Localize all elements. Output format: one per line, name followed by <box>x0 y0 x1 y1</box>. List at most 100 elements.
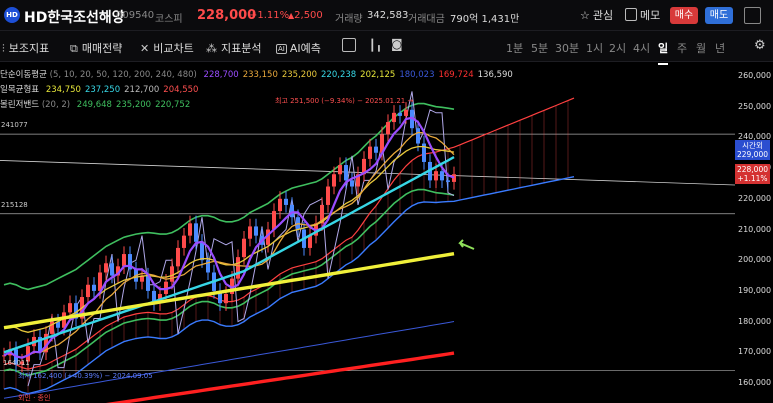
indicator-icon: ⫶ <box>2 42 5 55</box>
ichimoku-value-2: 212,700 <box>124 85 160 95</box>
candle-body <box>308 235 312 248</box>
level-line-215128: 215128 <box>1 201 28 209</box>
candle-body <box>200 241 204 261</box>
green-arrow-icon <box>458 239 475 250</box>
compare-icon: ✕ <box>140 42 150 55</box>
strategy-icon: ⧉ <box>70 42 78 55</box>
ma-value-6: 169,724 <box>438 70 474 80</box>
ma-value-3: 220,238 <box>321 70 357 80</box>
ichimoku-legend[interactable]: 일목균형표 234,750 237,250 212,700 204,550 <box>0 83 198 95</box>
watchlist-label: 관심 <box>592 9 614 22</box>
period-month[interactable]: 월 <box>696 40 706 56</box>
price-axis-tick: 260,000 <box>738 71 772 80</box>
period-year[interactable]: 년 <box>715 40 725 56</box>
candle-body <box>284 198 288 205</box>
bollinger-legend[interactable]: 볼린저밴드 (20, 2) 249,648 235,200 220,752 <box>0 98 190 110</box>
ichimoku-value-0: 234,750 <box>45 85 81 95</box>
lagging-span <box>27 91 455 387</box>
price-axis-tick: 200,000 <box>738 255 772 265</box>
period-4h[interactable]: 4시 <box>633 40 650 56</box>
ichimoku-span-a <box>3 97 575 370</box>
price-axis-tick: 250,000 <box>738 101 772 111</box>
period-2h[interactable]: 2시 <box>609 40 626 56</box>
stock-header: HD HD한국조선해양 009540 코스피 228,000 +1.11% ▲2… <box>0 0 773 31</box>
price-tag-value: 228,000 <box>736 165 768 174</box>
candle-body <box>416 128 420 144</box>
volume-label: 거래량 <box>335 14 363 25</box>
memo-label: 메모 <box>640 9 661 22</box>
candle-body <box>368 146 372 159</box>
candle-body <box>92 284 96 291</box>
candle-body <box>386 122 390 135</box>
candle-body <box>290 204 294 218</box>
price-axis-tick: 180,000 <box>738 316 772 326</box>
strategy-button[interactable]: ⧉ 매매전략 <box>70 40 122 56</box>
period-day[interactable]: 일 <box>658 40 669 65</box>
price-chart[interactable] <box>0 62 773 403</box>
memo-button[interactable]: 메모 <box>625 7 660 23</box>
change-percent: +1.11% <box>249 10 290 21</box>
ma-value-7: 136,590 <box>477 70 513 80</box>
candle-body <box>332 174 336 187</box>
ma-value-0: 228,700 <box>203 70 239 80</box>
candle-body <box>446 180 450 182</box>
compare-button[interactable]: ✕ 비교차트 <box>140 40 194 56</box>
stock-code: 009540 <box>116 10 155 21</box>
period-1h[interactable]: 1시 <box>586 40 603 56</box>
sell-button[interactable]: 매수 <box>670 7 698 24</box>
candle-body <box>68 303 72 313</box>
candle-body <box>122 254 126 267</box>
period-week[interactable]: 주 <box>677 40 687 56</box>
candle-body <box>236 257 240 279</box>
candle-body <box>194 223 198 242</box>
buy-button[interactable]: 매도 <box>705 7 733 24</box>
ma-value-4: 202,125 <box>360 70 396 80</box>
change-amount-value: 2,500 <box>294 10 323 21</box>
candle-body <box>434 171 438 181</box>
candle-body <box>326 186 330 205</box>
low-annotation: 최저 162,400 (+40.39%) − 2024.09.05 <box>18 372 153 380</box>
period-5min[interactable]: 5분 <box>531 40 548 56</box>
candle-body <box>350 180 354 187</box>
star-icon: ☆ <box>580 9 590 22</box>
candle-body <box>440 171 444 181</box>
watchlist-button[interactable]: ☆ 관심 <box>580 7 613 23</box>
period-30min[interactable]: 30분 <box>555 40 579 56</box>
stock-name[interactable]: HD한국조선해양 <box>24 7 125 27</box>
memo-icon <box>625 8 637 21</box>
period-1min[interactable]: 1분 <box>506 40 523 56</box>
after-hours-value: 229,000 <box>736 150 768 159</box>
checkbox-icon[interactable] <box>342 38 356 52</box>
indicator-button[interactable]: ⫶ 보조지표 <box>2 40 49 56</box>
price-tag-percent: +1.11% <box>737 174 768 183</box>
candle-body <box>176 247 180 267</box>
camera-icon[interactable]: ◙ <box>391 37 403 51</box>
window-toggle-icon[interactable] <box>744 7 761 24</box>
analysis-icon: ⁂ <box>206 42 217 55</box>
analysis-button[interactable]: ⁂ 지표분석 <box>206 40 261 56</box>
candle-body <box>248 226 252 239</box>
candle-body <box>242 238 246 258</box>
candle-body <box>224 293 228 304</box>
settings-gear-icon[interactable]: ⚙ <box>754 38 766 53</box>
ai-predict-button[interactable]: AI AI예측 <box>276 40 321 56</box>
candle-icon[interactable]: ┃╻ <box>369 39 382 52</box>
candle-body <box>338 165 342 175</box>
bollinger-value-2: 220,752 <box>155 100 191 110</box>
market-label: 코스피 <box>155 14 183 25</box>
ma-legend[interactable]: 단순이동평균 (5, 10, 20, 50, 120, 200, 240, 48… <box>0 68 513 80</box>
change-amount: ▲2,500 <box>288 10 323 21</box>
strategy-label: 매매전략 <box>81 42 123 55</box>
bollinger-legend-label: 볼린저밴드 <box>0 100 40 110</box>
candle-body <box>374 146 378 153</box>
price-axis-tick: 160,000 <box>738 378 772 387</box>
ma-legend-label: 단순이동평균 <box>0 70 47 80</box>
candle-body <box>254 226 258 236</box>
bollinger-value-0: 249,648 <box>76 100 112 110</box>
left-low-label: 164011 <box>3 359 30 367</box>
compare-label: 비교차트 <box>153 42 194 55</box>
ma10-line <box>3 131 455 359</box>
high-annotation: 최고 251,500 (−9.34%) − 2025.01.21 → <box>275 97 414 105</box>
price-axis-tick: 220,000 <box>738 193 772 203</box>
volume-value: 342,583 <box>367 10 409 21</box>
